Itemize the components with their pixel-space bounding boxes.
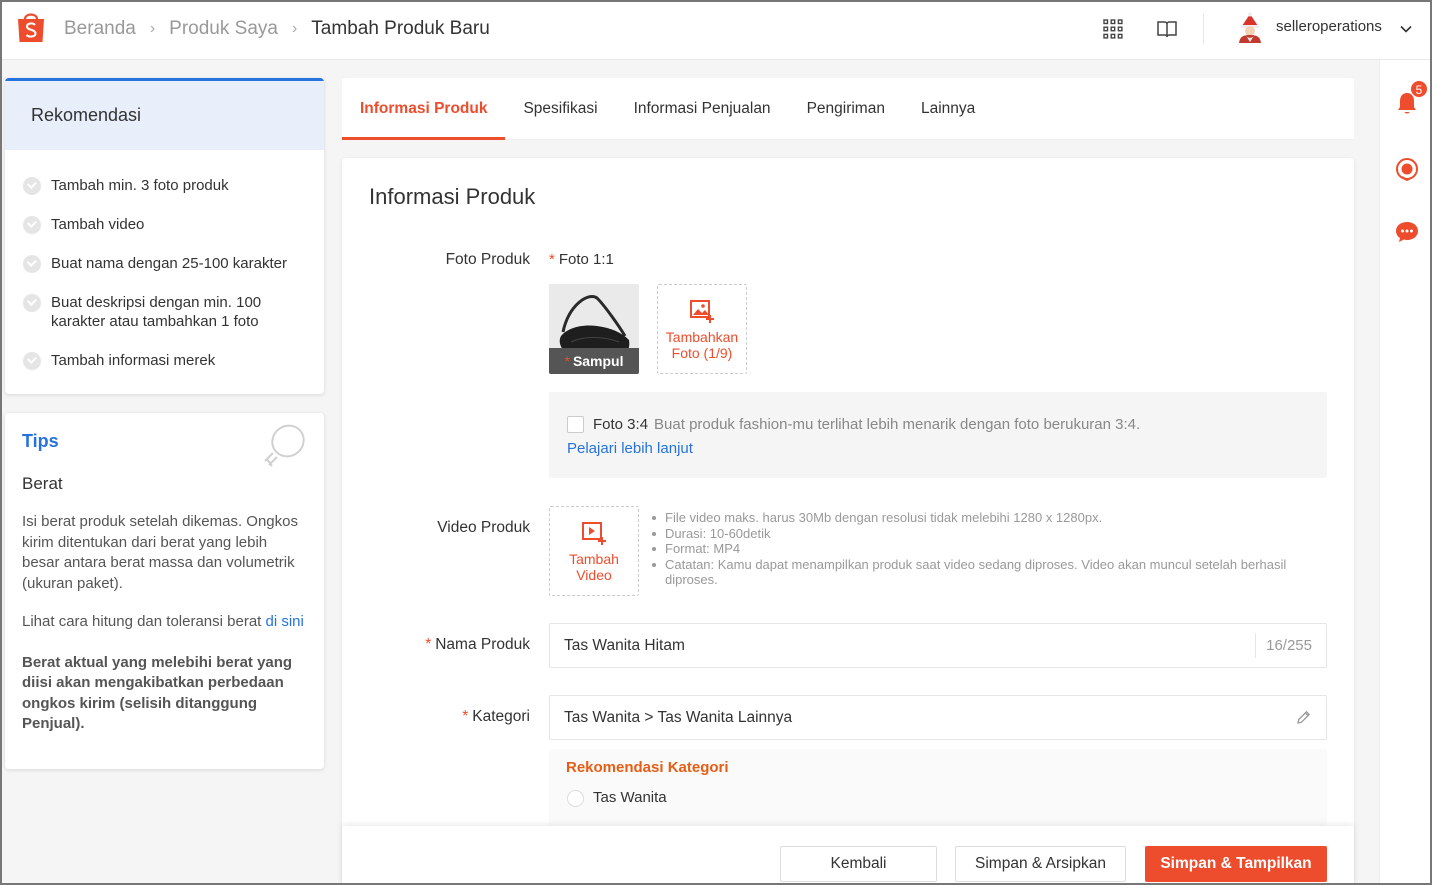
shopee-logo-icon[interactable] (16, 10, 46, 44)
support-headset-icon[interactable] (1394, 156, 1420, 182)
list-item: Durasi: 10-60detik (650, 526, 1330, 542)
chevron-right-icon: › (149, 20, 156, 37)
list-item: Buat deskripsi dengan min. 100 karakter … (23, 293, 306, 331)
add-image-icon (690, 300, 714, 323)
list-item: Buat nama dengan 25-100 karakter (23, 254, 306, 273)
tab-pengiriman[interactable]: Pengiriman (789, 78, 903, 139)
product-tabs: Informasi Produk Spesifikasi Informasi P… (342, 78, 1354, 140)
pencil-icon[interactable] (1295, 709, 1312, 726)
add-photo-label: Tambahkan Foto (1/9) (665, 329, 739, 361)
chevron-down-icon[interactable] (1399, 22, 1413, 36)
product-name-input[interactable]: Tas Wanita Hitam 16/255 (549, 623, 1327, 668)
recommendation-card: Rekomendasi Tambah min. 3 foto produk Ta… (5, 78, 324, 394)
ratio-34-checkbox[interactable] (567, 416, 584, 433)
avatar[interactable] (1234, 12, 1266, 44)
breadcrumb-current: Tambah Produk Baru (311, 18, 490, 39)
product-photo-cover[interactable]: * Sampul (549, 284, 639, 374)
action-footer: Kembali Simpan & Arsipkan Simpan & Tampi… (342, 826, 1354, 885)
list-item-label: Buat nama dengan 25-100 karakter (51, 255, 287, 272)
check-circle-icon (23, 255, 41, 273)
recommendation-list: Tambah min. 3 foto produk Tambah video B… (5, 150, 324, 370)
photo-ratio-label: * Foto 1:1 (549, 251, 614, 268)
tab-spesifikasi[interactable]: Spesifikasi (505, 78, 615, 139)
header-divider (1203, 14, 1204, 44)
breadcrumb-home[interactable]: Beranda (64, 18, 136, 40)
notification-badge: 5 (1410, 80, 1428, 98)
check-circle-icon (23, 216, 41, 234)
tips-link-prefix: Lihat cara hitung dan toleransi berat (22, 613, 266, 630)
page-title: Informasi Produk (369, 184, 536, 209)
list-item-label: Tambah video (51, 216, 145, 233)
add-video-icon (582, 522, 606, 545)
tab-lainnya[interactable]: Lainnya (903, 78, 993, 139)
add-video-button[interactable]: Tambah Video (549, 506, 639, 596)
tab-informasi-produk[interactable]: Informasi Produk (342, 78, 506, 140)
category-reco-radio[interactable] (567, 790, 584, 807)
tips-subtitle: Berat (22, 474, 63, 493)
check-circle-icon (23, 177, 41, 195)
ratio-34-text: Foto 3:4 Buat produk fashion-mu terlihat … (593, 416, 1141, 433)
breadcrumb-my-products[interactable]: Produk Saya (169, 18, 278, 40)
category-select[interactable]: Tas Wanita > Tas Wanita Lainnya (549, 695, 1327, 740)
save-archive-button[interactable]: Simpan & Arsipkan (955, 846, 1126, 882)
lightbulb-icon (264, 424, 305, 467)
required-mark: * (549, 251, 555, 268)
tips-link[interactable]: di sini (266, 613, 304, 630)
breadcrumb: Beranda › Produk Saya › Tambah Produk Ba… (64, 18, 490, 40)
ratio-34-box: Foto 3:4 Buat produk fashion-mu terlihat … (549, 392, 1327, 478)
check-circle-icon (23, 294, 41, 312)
list-item: Catatan: Kamu dapat menampilkan produk s… (650, 557, 1330, 588)
product-info-panel: Informasi Produk Foto Produk * Foto 1:1 *… (342, 158, 1354, 885)
tips-paragraph: Isi berat produk setelah dikemas. Ongkos… (22, 513, 298, 592)
add-photo-button[interactable]: Tambahkan Foto (1/9) (657, 284, 747, 374)
video-label: Video Produk (437, 519, 530, 536)
list-item: Format: MP4 (650, 541, 1330, 557)
list-item-label: Buat deskripsi dengan min. 100 karakter … (51, 294, 262, 330)
chat-icon[interactable] (1394, 219, 1420, 245)
tab-informasi-penjualan[interactable]: Informasi Penjualan (616, 78, 789, 139)
name-char-counter: 16/255 (1255, 633, 1326, 658)
photo-label: Foto Produk (445, 251, 530, 268)
tips-card: Tips Berat Isi berat produk setelah dike… (5, 413, 324, 769)
username[interactable]: selleroperations (1276, 18, 1382, 35)
cover-label: * Sampul (549, 348, 639, 374)
add-video-label: Tambah Video (569, 551, 619, 583)
top-bar: Beranda › Produk Saya › Tambah Produk Ba… (0, 0, 1432, 60)
list-item: File video maks. harus 30Mb dengan resol… (650, 510, 1330, 526)
name-label: * Nama Produk (425, 636, 530, 653)
category-value: Tas Wanita > Tas Wanita Lainnya (564, 709, 793, 726)
tips-link-paragraph: Lihat cara hitung dan toleransi berat di… (22, 612, 307, 633)
category-reco-title: Rekomendasi Kategori (566, 759, 729, 776)
category-recommendation: Rekomendasi Kategori Tas Wanita (549, 749, 1327, 829)
chevron-right-icon: › (291, 20, 298, 37)
list-item: Tambah informasi merek (23, 351, 306, 370)
apps-grid-icon[interactable] (1102, 18, 1124, 40)
list-item: Tambah video (23, 215, 306, 234)
list-item-label: Tambah informasi merek (51, 352, 216, 369)
category-reco-option[interactable]: Tas Wanita (593, 789, 667, 806)
list-item-label: Tambah min. 3 foto produk (51, 177, 229, 194)
book-icon[interactable] (1156, 18, 1178, 40)
back-button[interactable]: Kembali (780, 846, 937, 882)
list-item: Tambah min. 3 foto produk (23, 176, 306, 195)
recommendation-title: Rekomendasi (5, 78, 324, 150)
learn-more-link[interactable]: Pelajari lebih lanjut (567, 440, 693, 457)
right-rail: 5 (1379, 60, 1432, 885)
category-label: * Kategori (462, 708, 530, 725)
save-show-button[interactable]: Simpan & Tampilkan (1145, 846, 1327, 882)
product-name-value: Tas Wanita Hitam (564, 637, 685, 654)
check-circle-icon (23, 352, 41, 370)
tips-warning: Berat aktual yang melebihi berat yang di… (22, 653, 293, 733)
video-notes: File video maks. harus 30Mb dengan resol… (650, 510, 1330, 588)
